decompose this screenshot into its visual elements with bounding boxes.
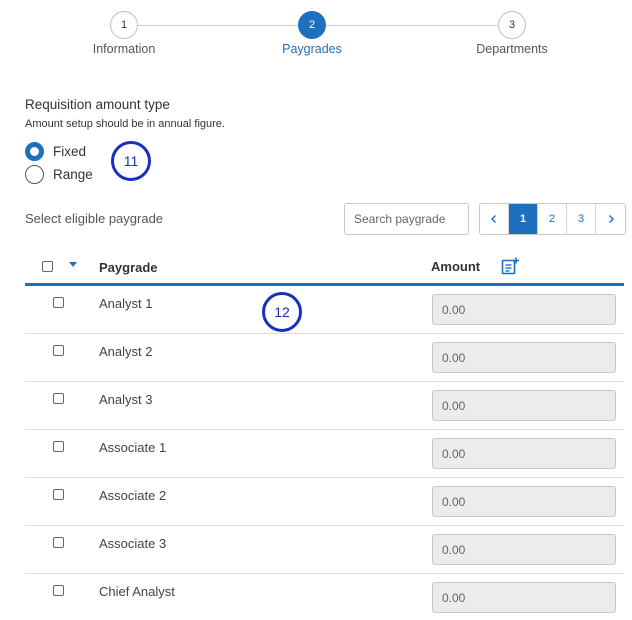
callout-badge: 11 (111, 141, 151, 181)
row-checkbox[interactable] (53, 441, 64, 452)
caret-down-icon[interactable] (69, 261, 77, 270)
table-header: Paygrade Amount (25, 248, 624, 286)
radio-fixed-control[interactable] (25, 142, 44, 161)
radio-range-control[interactable] (25, 165, 44, 184)
table-row: Analyst 3 (25, 382, 624, 430)
row-checkbox[interactable] (53, 537, 64, 548)
chevron-right-icon (608, 215, 614, 224)
row-checkbox[interactable] (53, 489, 64, 500)
pagination: 1 2 3 (479, 203, 626, 235)
row-checkbox[interactable] (53, 585, 64, 596)
table-row: Analyst 1 (25, 286, 624, 334)
step-number: 3 (498, 11, 526, 39)
amount-input[interactable] (432, 486, 616, 517)
select-all-checkbox[interactable] (42, 261, 53, 272)
paygrade-name: Chief Analyst (99, 584, 175, 599)
amount-input[interactable] (432, 534, 616, 565)
radio-range-label[interactable]: Range (53, 167, 93, 182)
pagination-next-button[interactable] (596, 204, 625, 234)
paygrade-name: Analyst 3 (99, 392, 153, 407)
step-label: Departments (476, 42, 548, 56)
amount-input[interactable] (432, 390, 616, 421)
search-paygrade-input[interactable] (344, 203, 469, 235)
amount-input[interactable] (432, 342, 616, 373)
amount-input[interactable] (432, 438, 616, 469)
step-departments[interactable]: 3 Departments (437, 11, 587, 56)
paygrade-name: Analyst 2 (99, 344, 153, 359)
note-add-icon[interactable] (501, 257, 519, 275)
table-row: Associate 3 (25, 526, 624, 574)
requisition-amount-type-title: Requisition amount type (25, 97, 170, 112)
stepper: 1 Information 2 Paygrades 3 Departments (0, 0, 632, 70)
paygrade-name: Analyst 1 (99, 296, 153, 311)
eligible-paygrade-label: Select eligible paygrade (25, 211, 164, 226)
column-header-amount: Amount (431, 259, 481, 274)
radio-range[interactable]: Range (25, 165, 93, 184)
step-number: 2 (298, 11, 326, 39)
amount-input[interactable] (432, 294, 616, 325)
table-row: Associate 2 (25, 478, 624, 526)
paygrade-name: Associate 3 (99, 536, 167, 551)
column-header-paygrade: Paygrade (99, 260, 158, 275)
pagination-page-3[interactable]: 3 (567, 204, 596, 234)
amount-input[interactable] (432, 582, 616, 613)
table-row: Analyst 2 (25, 334, 624, 382)
chevron-left-icon (491, 215, 496, 224)
table-row: Chief Analyst (25, 574, 624, 620)
pagination-page-2[interactable]: 2 (538, 204, 567, 234)
radio-fixed-label[interactable]: Fixed (53, 144, 86, 159)
paygrade-table-body: Analyst 1 Analyst 2 Analyst 3 Associate … (25, 286, 624, 620)
step-label: Information (92, 42, 156, 56)
table-row: Associate 1 (25, 430, 624, 478)
paygrade-name: Associate 1 (99, 440, 167, 455)
radio-fixed[interactable]: Fixed (25, 142, 86, 161)
callout-badge: 12 (262, 292, 302, 332)
row-checkbox[interactable] (53, 297, 64, 308)
step-number: 1 (110, 11, 138, 39)
row-checkbox[interactable] (53, 393, 64, 404)
requisition-amount-type-hint: Amount setup should be in annual figure. (25, 118, 225, 130)
step-information[interactable]: 1 Information (49, 11, 199, 56)
paygrade-name: Associate 2 (99, 488, 167, 503)
pagination-page-1[interactable]: 1 (509, 204, 538, 234)
pagination-prev-button[interactable] (480, 204, 509, 234)
step-label: Paygrades (282, 42, 342, 56)
row-checkbox[interactable] (53, 345, 64, 356)
step-paygrades[interactable]: 2 Paygrades (237, 11, 387, 56)
